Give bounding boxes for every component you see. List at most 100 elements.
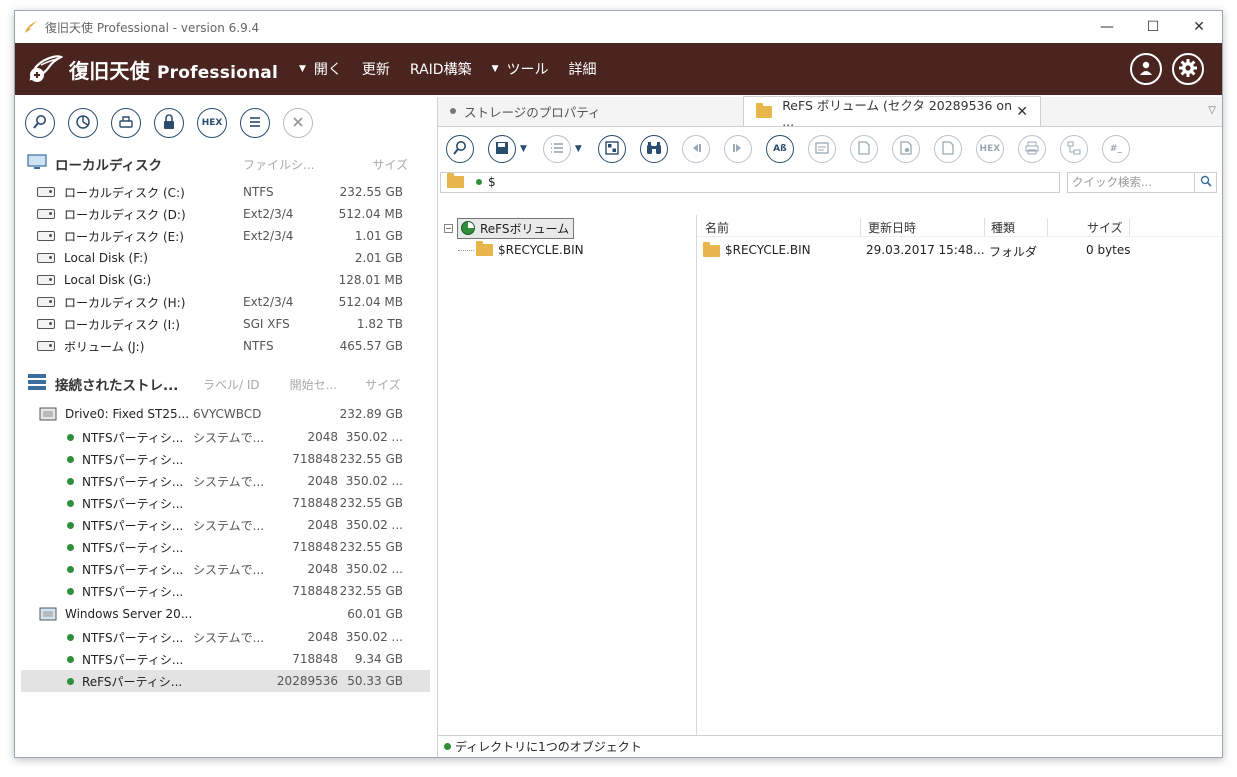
partition-item[interactable]: NTFSパーティシ... 718848 9.34 GB [15,648,437,670]
status-text: ディレクトリに1つのオブジェクト [455,740,642,754]
col-size[interactable]: サイズ [1087,219,1123,236]
menu-refresh[interactable]: 更新 [362,59,390,79]
tab-close-icon[interactable]: ✕ [1016,104,1028,120]
local-disk-item[interactable]: ローカルディスク (H:) Ext2/3/4 512.04 MB [15,291,437,313]
storage-header: 接続されたストレ... ラベル/ ID 開始セ... サイズ [15,371,437,397]
local-disk-item[interactable]: ローカルディスク (I:) SGI XFS 1.82 TB [15,313,437,335]
quick-search-input[interactable]: クイック検索... [1067,171,1195,193]
file-asterisk-icon [858,140,870,158]
tree-root[interactable]: − ReFSボリューム [438,217,696,239]
partition-item[interactable]: NTFSパーティシ... 718848 232.55 GB [15,492,437,514]
local-disk-item[interactable]: ローカルディスク (E:) Ext2/3/4 1.01 GB [15,225,437,247]
menu-raid[interactable]: RAID構築 [410,59,472,79]
lock-button[interactable] [154,108,184,138]
item-modified: 29.03.2017 15:48... [866,243,985,257]
tree-item-recycle-bin[interactable]: $RECYCLE.BIN [438,239,696,261]
list-item[interactable]: $RECYCLE.BIN 29.03.2017 15:48... フォルダ 0 … [697,241,1222,261]
local-disk-item[interactable]: ローカルディスク (D:) Ext2/3/4 512.04 MB [15,203,437,225]
view-dropdown-icon[interactable]: ▼ [575,144,582,154]
file-open-button[interactable] [933,135,962,163]
file-list: 名前 更新日時 種類 サイズ $RECYCLE.BIN 29.03.2017 1… [697,215,1222,735]
partition-item[interactable]: NTFSパーティシ... システムで... 2048 350.02 ... [15,470,437,492]
partition-item[interactable]: NTFSパーティシ... システムで... 2048 350.02 ... [15,426,437,448]
tab-storage-properties[interactable]: ストレージのプロパティ [438,96,743,126]
close-window-button[interactable]: ✕ [1176,11,1222,43]
view-mode-button[interactable] [542,135,571,163]
menu-details[interactable]: 詳細 [569,59,597,79]
local-disk-item[interactable]: ローカルディスク (C:) NTFS 232.55 GB [15,181,437,203]
collapse-icon[interactable]: − [444,223,453,233]
settings-button[interactable] [1172,53,1204,85]
hex-button[interactable]: HEX [197,108,227,138]
close-button[interactable] [283,108,313,138]
partition-item[interactable]: NTFSパーティシ... 718848 232.55 GB [15,536,437,558]
hex-view-button[interactable]: HEX [975,135,1004,163]
local-disk-item[interactable]: Local Disk (G:) 128.01 MB [15,269,437,291]
list-button[interactable] [240,108,270,138]
tab-overflow-icon[interactable]: ▽ [1208,105,1216,116]
partition-search-button[interactable] [68,108,98,138]
next-button[interactable] [723,135,752,163]
partition-item[interactable]: NTFSパーティシ... システムで... 2048 350.02 ... [15,626,437,648]
partition-name: NTFSパーティシ... [82,474,184,489]
partition-item[interactable]: NTFSパーティシ... 718848 232.55 GB [15,580,437,602]
partition-item[interactable]: NTFSパーティシ... 718848 232.55 GB [15,448,437,470]
partition-name: NTFSパーティシ... [82,452,184,467]
physical-drive-item[interactable]: Windows Server 20... 60.01 GB [15,602,437,626]
partition-status-icon [67,565,74,573]
tree-export-button[interactable] [1059,135,1088,163]
disk-name: ローカルディスク (E:) [64,229,184,244]
account-button[interactable] [1130,53,1162,85]
print-button[interactable] [1017,135,1046,163]
brand-name: 復旧天使 Professional [69,55,278,84]
path-value: $ [488,175,496,189]
partition-item[interactable]: NTFSパーティシ... システムで... 2048 350.02 ... [15,514,437,536]
partition-size: 350.02 ... [345,630,403,644]
binoculars-button[interactable] [639,135,668,163]
partition-name: NTFSパーティシ... [82,430,184,445]
menu-open[interactable]: ▼ 開く [299,59,342,79]
properties-button[interactable] [807,135,836,163]
floppy-icon [495,141,509,158]
tab-refs-volume[interactable]: ReFS ボリューム (セクタ 20289536 on ... ✕ [743,96,1041,129]
text-search-button[interactable]: Aß [765,135,794,163]
local-disk-item[interactable]: Local Disk (F:) 2.01 GB [15,247,437,269]
file-mask-button[interactable] [849,135,878,163]
partition-start: 2048 [307,562,338,576]
list-header: 名前 更新日時 種類 サイズ [697,215,1222,237]
partition-name: NTFSパーティシ... [82,496,184,511]
disk-filesystem: Ext2/3/4 [243,295,294,309]
menu-tools[interactable]: ▼ ツール [492,59,549,79]
file-settings-button[interactable] [891,135,920,163]
partition-start: 2048 [307,518,338,532]
find-button[interactable] [446,135,474,163]
path-input[interactable]: $ [440,171,1060,193]
disk-filesystem: Ext2/3/4 [243,207,294,221]
content-pane: ストレージのプロパティ ReFS ボリューム (セクタ 20289536 on … [438,96,1222,757]
physical-drive-item[interactable]: Drive0: Fixed ST25... 6VYCWBCD 232.89 GB [15,402,437,426]
disk-size: 465.57 GB [339,339,403,353]
previous-button[interactable] [681,135,710,163]
tab-refs-volume-label: ReFS ボリューム (セクタ 20289536 on ... [782,97,1012,129]
partition-item[interactable]: NTFSパーティシ... システムで... 2048 350.02 ... [15,558,437,580]
save-dropdown-icon[interactable]: ▼ [520,144,527,154]
main-menu-bar: 復旧天使 Professional ▼ 開く 更新 RAID構築 ▼ ツール 詳… [15,43,1222,95]
search-submit-button[interactable] [1195,171,1217,193]
col-type[interactable]: 種類 [991,219,1015,236]
next-icon [732,142,744,157]
col-name[interactable]: 名前 [705,219,729,236]
thumbnail-button[interactable] [597,135,626,163]
storage-list: Drive0: Fixed ST25... 6VYCWBCD 232.89 GB NT… [15,402,437,692]
partition-item[interactable]: ReFSパーティシ... 20289536 50.33 GB [21,670,430,692]
disk-name: ローカルディスク (I:) [64,317,180,332]
local-disk-item[interactable]: ボリューム (J:) NTFS 465.57 GB [15,335,437,357]
col-modified[interactable]: 更新日時 [868,219,916,236]
save-button[interactable] [488,135,516,163]
hard-drive-icon [37,341,55,351]
scan-button[interactable] [25,108,55,138]
image-button[interactable] [111,108,141,138]
minimize-button[interactable]: — [1084,11,1130,43]
hash-button[interactable]: #_ [1101,135,1130,163]
maximize-button[interactable]: ☐ [1130,11,1176,43]
tree-root-selected[interactable]: ReFSボリューム [457,217,575,239]
